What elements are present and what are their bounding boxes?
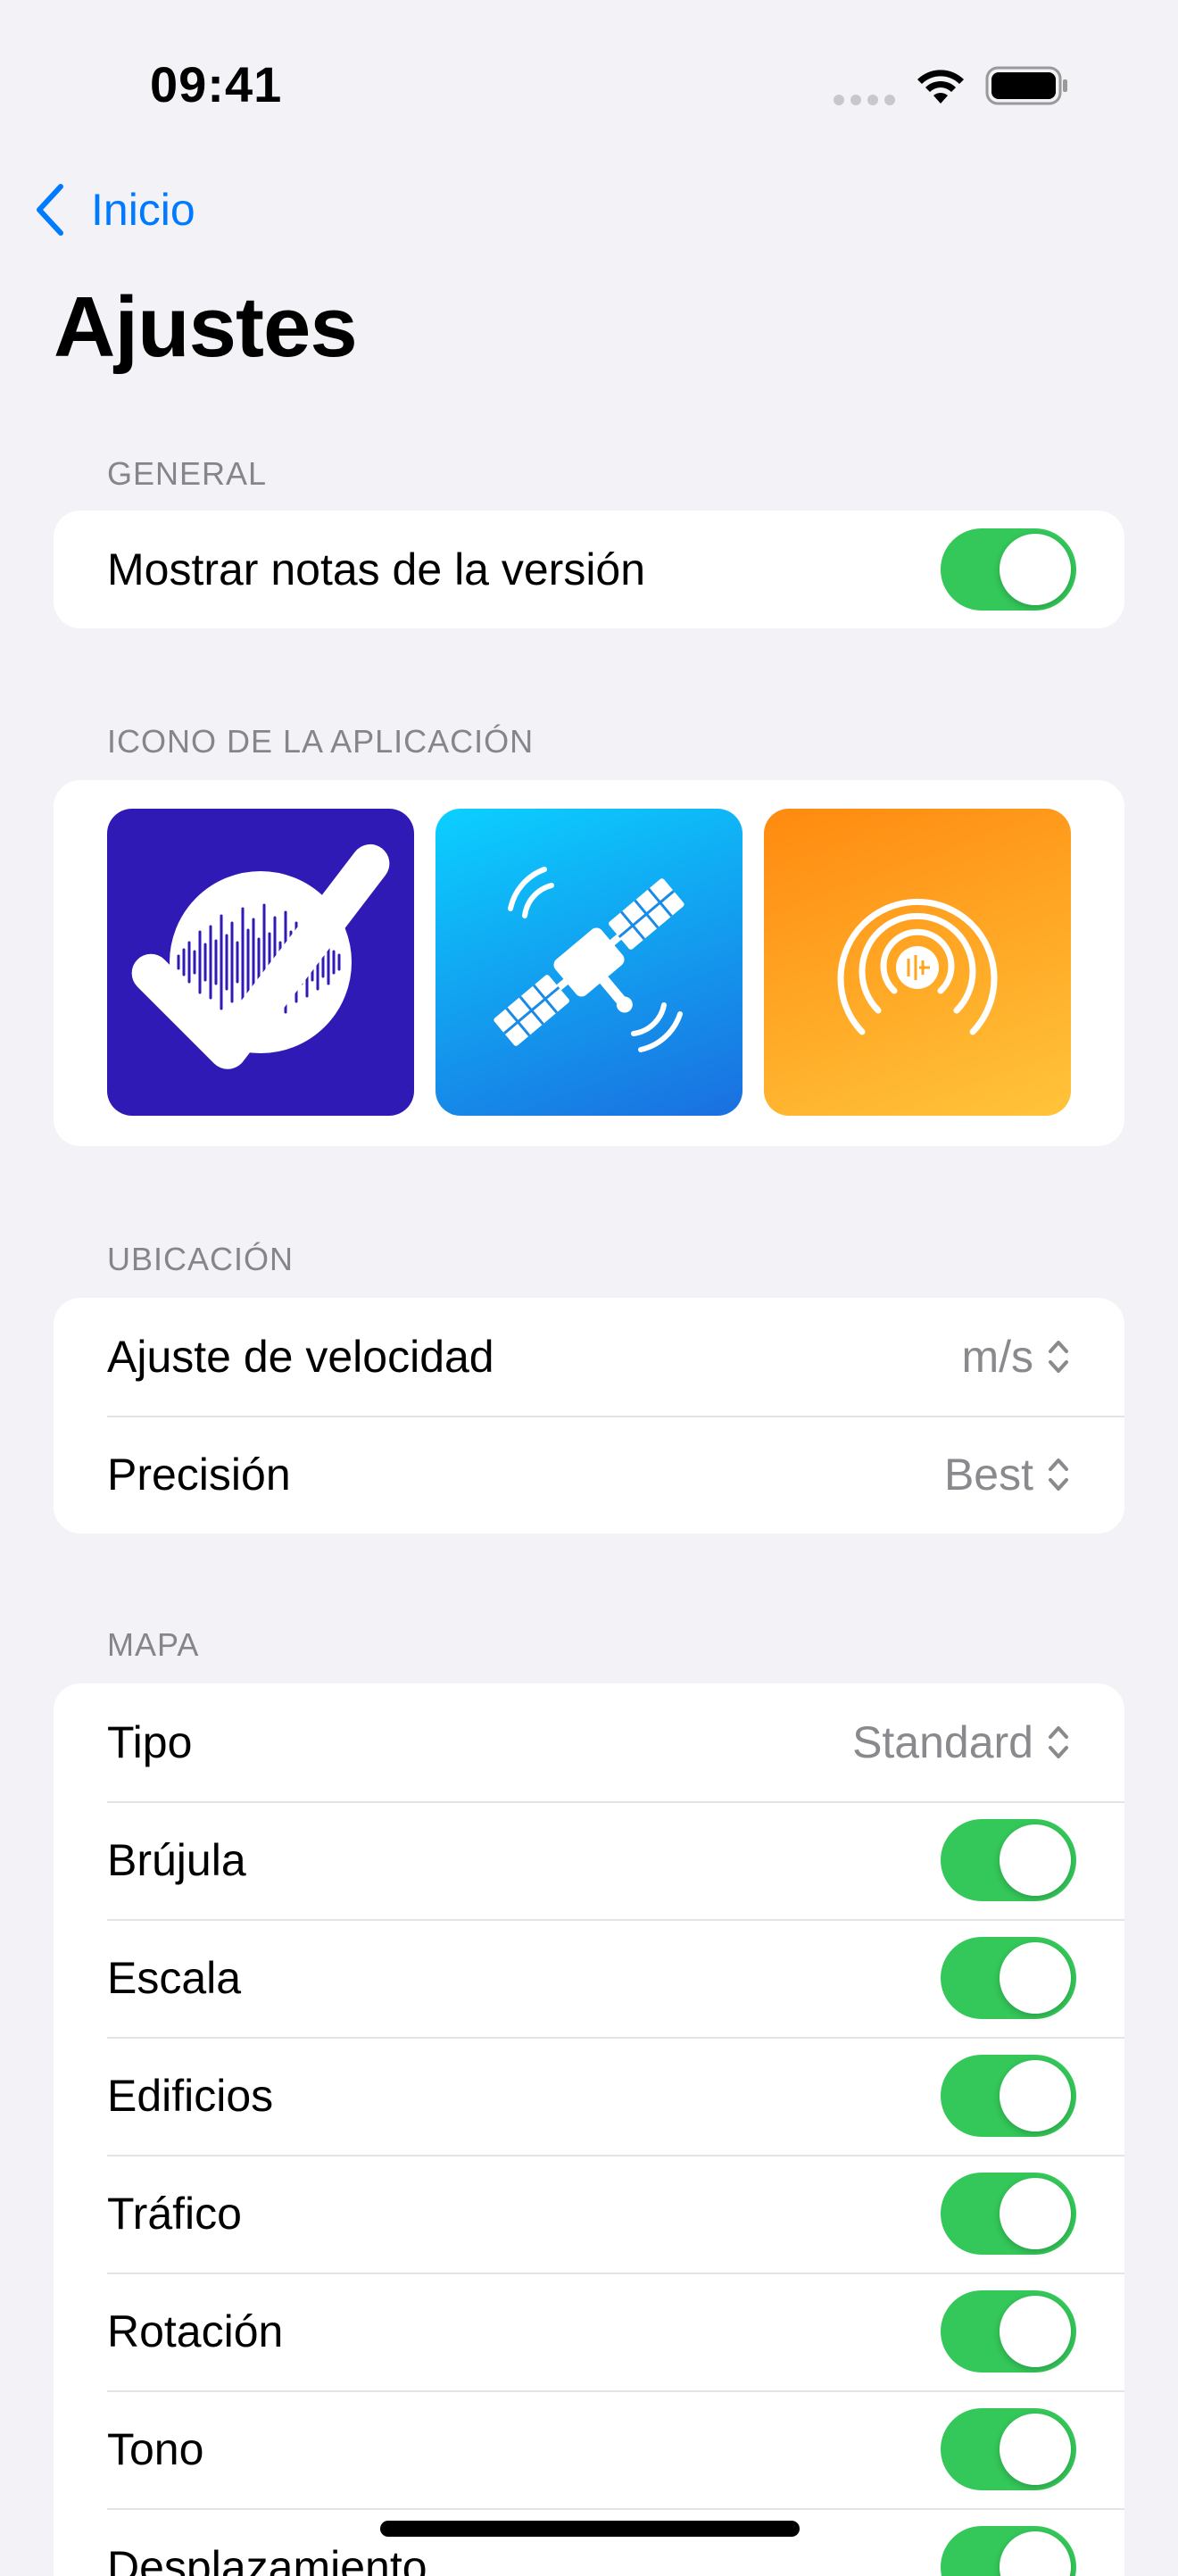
row-release-notes: Mostrar notas de la versión bbox=[54, 511, 1124, 628]
map-type-picker[interactable]: Standard bbox=[852, 1683, 1071, 1801]
section-header-location: UBICACIÓN bbox=[107, 1241, 294, 1277]
row-label: Ajuste de velocidad bbox=[107, 1332, 494, 1382]
pitch-toggle[interactable] bbox=[941, 2408, 1076, 2490]
row-accuracy[interactable]: Precisión Best bbox=[54, 1416, 1124, 1533]
status-time: 09:41 bbox=[150, 56, 283, 112]
cellular-signal-icon bbox=[834, 95, 896, 105]
section-header-general: GENERAL bbox=[107, 455, 268, 492]
chevron-left-icon bbox=[37, 184, 63, 236]
picker-value: Standard bbox=[852, 1717, 1033, 1767]
app-icon-satellite[interactable] bbox=[436, 809, 742, 1116]
row-label: Tipo bbox=[107, 1717, 193, 1767]
rotation-toggle[interactable] bbox=[941, 2290, 1076, 2372]
compass-toggle[interactable] bbox=[941, 1819, 1076, 1901]
row-label: Desplazamiento bbox=[107, 2542, 427, 2576]
group-map: Tipo Standard Brújula Escala Edificios T… bbox=[54, 1683, 1124, 2576]
row-map-type[interactable]: Tipo Standard bbox=[54, 1683, 1124, 1801]
wifi-icon bbox=[917, 70, 964, 104]
row-scale: Escala bbox=[54, 1919, 1124, 2037]
section-header-app-icon: ICONO DE LA APLICACIÓN bbox=[107, 723, 535, 760]
picker-value: m/s bbox=[961, 1332, 1033, 1382]
group-location: Ajuste de velocidad m/s Precisión Best bbox=[54, 1298, 1124, 1533]
row-compass: Brújula bbox=[54, 1801, 1124, 1919]
section-header-map: MAPA bbox=[107, 1626, 200, 1663]
broadcast-icon bbox=[837, 898, 998, 1035]
speed-unit-picker[interactable]: m/s bbox=[961, 1298, 1071, 1416]
satellite-icon bbox=[494, 867, 684, 1052]
row-scroll: Desplazamiento bbox=[54, 2508, 1124, 2576]
chevron-up-down-icon bbox=[1049, 1726, 1068, 1758]
picker-value: Best bbox=[943, 1450, 1033, 1500]
back-button[interactable]: Inicio bbox=[32, 179, 195, 241]
row-speed-setting[interactable]: Ajuste de velocidad m/s bbox=[54, 1298, 1124, 1416]
row-rotation: Rotación bbox=[54, 2273, 1124, 2390]
app-icon-broadcast[interactable] bbox=[764, 809, 1071, 1116]
release-notes-toggle[interactable] bbox=[941, 528, 1076, 611]
row-label: Rotación bbox=[107, 2306, 284, 2356]
row-label: Edificios bbox=[107, 2071, 274, 2121]
scale-toggle[interactable] bbox=[941, 1937, 1076, 2019]
traffic-toggle[interactable] bbox=[941, 2173, 1076, 2255]
home-indicator bbox=[380, 2521, 800, 2537]
app-icon-waveform[interactable] bbox=[107, 809, 414, 1116]
row-label: Tráfico bbox=[107, 2189, 242, 2239]
row-traffic: Tráfico bbox=[54, 2155, 1124, 2273]
buildings-toggle[interactable] bbox=[941, 2055, 1076, 2137]
row-pitch: Tono bbox=[54, 2390, 1124, 2508]
row-label: Brújula bbox=[107, 1835, 246, 1885]
battery-icon bbox=[985, 66, 1067, 105]
row-buildings: Edificios bbox=[54, 2037, 1124, 2155]
back-label: Inicio bbox=[91, 185, 195, 235]
checkmark-icon bbox=[131, 843, 390, 1069]
page-title: Ajustes bbox=[54, 279, 358, 375]
row-label: Escala bbox=[107, 1953, 242, 2003]
accuracy-picker[interactable]: Best bbox=[944, 1416, 1071, 1533]
scroll-toggle[interactable] bbox=[941, 2526, 1076, 2576]
group-app-icon bbox=[54, 780, 1124, 1146]
row-label: Mostrar notas de la versión bbox=[107, 544, 646, 594]
chevron-up-down-icon bbox=[1049, 1341, 1068, 1373]
chevron-up-down-icon bbox=[1049, 1458, 1068, 1491]
group-general: Mostrar notas de la versión bbox=[54, 511, 1124, 628]
status-bar: 09:41 bbox=[0, 0, 1178, 170]
row-label: Precisión bbox=[107, 1450, 291, 1500]
row-label: Tono bbox=[107, 2424, 204, 2474]
